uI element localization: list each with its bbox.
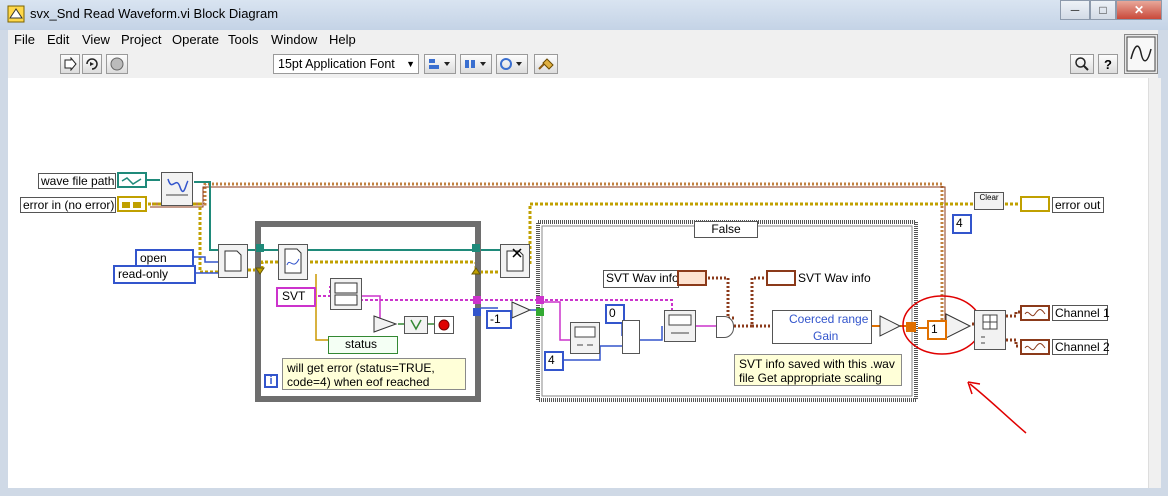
svt-wav-info-local[interactable] [677, 270, 707, 286]
divide-node [879, 315, 902, 337]
read-waveform-node[interactable] [278, 244, 308, 280]
error-in-terminal[interactable] [117, 196, 147, 212]
or-gate-icon [410, 319, 422, 331]
error-cluster-icon [122, 202, 141, 208]
gain-label: Gain [813, 329, 839, 343]
error-out-label: error out [1052, 197, 1104, 213]
cluster-unbundle-icon [334, 282, 358, 306]
multiply-node [945, 313, 972, 339]
unbundle-coerced-range-node[interactable]: Coerced range Gain [772, 310, 872, 344]
open-file-node[interactable] [218, 244, 248, 278]
one-constant[interactable]: 1 [927, 320, 947, 340]
read-waveform-icon [284, 248, 302, 274]
svt-wav-info-local-label: SVT Wav info [603, 270, 679, 288]
refnum-tunnel [472, 244, 480, 252]
coerced-range-label: Coerced range [789, 312, 869, 326]
index-array-node[interactable] [974, 310, 1006, 350]
svt-wav-info-indicator-label: SVT Wav info [798, 271, 871, 285]
error-out-terminal[interactable] [1020, 196, 1050, 212]
error-wire-edge [150, 186, 946, 324]
equal-node [511, 301, 532, 319]
scaling-note: SVT info saved with this .wav file Get a… [734, 354, 902, 386]
channel-2-label: Channel 2 [1052, 339, 1110, 355]
open-constant-label: open [140, 251, 167, 265]
open-file-icon [224, 250, 242, 272]
minus-one-constant[interactable]: -1 [486, 310, 512, 329]
case-selector-tunnel [536, 308, 544, 316]
sound-file-info-icon [166, 178, 189, 196]
unbundle-icon [668, 314, 692, 334]
wave-file-path-label: wave file path [38, 173, 116, 189]
unbundle-node[interactable] [664, 310, 696, 342]
variant-to-data-node[interactable] [716, 316, 734, 338]
close-file-node[interactable] [500, 244, 530, 278]
greater-than-zero-node [373, 315, 398, 333]
eof-note: will get error (status=TRUE, code=4) whe… [282, 358, 466, 390]
loop-iteration-terminal: i [264, 374, 278, 388]
clear-errors-label: Clear [979, 193, 999, 202]
cluster-tunnel [473, 296, 481, 304]
wires-layer [146, 179, 1027, 434]
clear-errors-node[interactable]: Clear [974, 192, 1004, 210]
annotation-arrow [967, 381, 1027, 434]
path-icon [121, 177, 142, 185]
waveform-icon [1024, 343, 1046, 351]
numeric-tunnel [473, 308, 481, 316]
output-tunnel [906, 322, 916, 332]
four-constant[interactable]: 4 [544, 351, 564, 371]
channel-1-label: Channel 1 [1052, 305, 1110, 321]
select-function-node[interactable] [622, 320, 640, 354]
close-file-icon [506, 248, 524, 272]
case-selector-value: False [711, 222, 741, 236]
channel-1-terminal[interactable] [1020, 305, 1050, 321]
error-in-label: error in (no error) [20, 197, 116, 213]
index-array-icon [981, 314, 998, 344]
svt-wav-info-indicator[interactable] [766, 270, 796, 286]
channel-2-terminal[interactable] [1020, 339, 1050, 355]
unbundle-by-name-node[interactable] [330, 278, 362, 310]
waveform-icon [1024, 309, 1046, 317]
read-only-constant-label: read-only [118, 267, 169, 281]
status-unbundle: status [328, 336, 398, 354]
read-only-constant[interactable]: read-only [113, 265, 196, 284]
path-terminal[interactable] [117, 172, 147, 188]
stop-icon [438, 319, 450, 331]
cluster-wire [315, 274, 330, 341]
waveform-attribute-icon [574, 326, 596, 346]
select-node[interactable] [404, 316, 428, 334]
numeric-wire [640, 326, 663, 341]
four-code-constant[interactable]: 4 [952, 214, 972, 234]
status-label: status [345, 337, 378, 351]
stop-terminal[interactable] [434, 316, 454, 334]
case-cluster-tunnel [536, 296, 544, 304]
refnum-tunnel [256, 244, 264, 252]
get-waveform-attribute-node[interactable] [570, 322, 600, 354]
svt-constant[interactable]: SVT [276, 287, 316, 307]
build-path-node[interactable] [161, 172, 193, 206]
case-selector-label[interactable]: False [694, 221, 758, 238]
cluster-wire [540, 301, 570, 341]
